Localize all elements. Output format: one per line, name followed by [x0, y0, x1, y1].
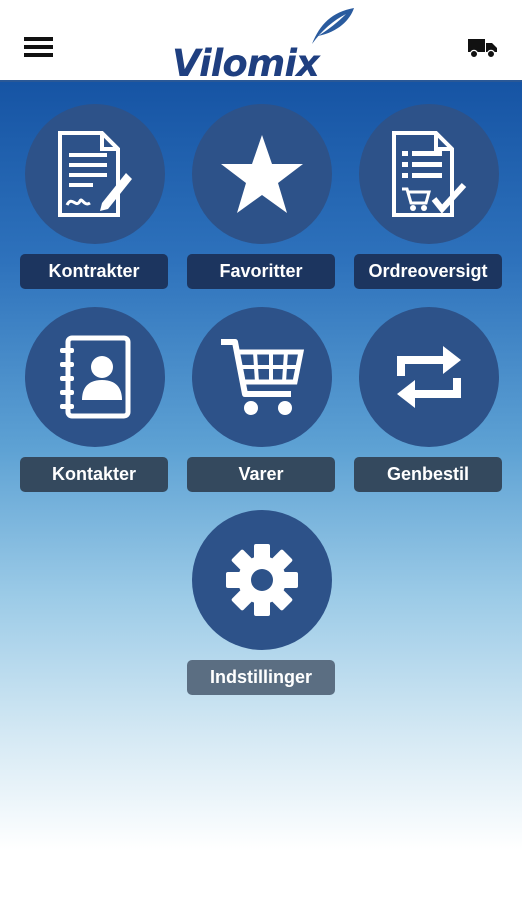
tile-label: Genbestil	[354, 457, 502, 492]
brand-name: Vilomix	[172, 42, 320, 85]
tile-varer[interactable]: Varer	[187, 307, 337, 497]
address-book-icon	[25, 307, 165, 447]
order-list-icon	[359, 104, 499, 244]
gear-icon	[192, 510, 332, 650]
tile-label: Favoritter	[187, 254, 335, 289]
tile-ordreoversigt[interactable]: Ordreoversigt	[354, 104, 504, 294]
reorder-arrows-icon	[359, 307, 499, 447]
tile-label: Ordreoversigt	[354, 254, 502, 289]
app-header: Vilomix	[0, 0, 522, 85]
hamburger-menu-icon[interactable]	[24, 34, 54, 60]
leaf-icon	[312, 8, 354, 44]
tile-label: Kontakter	[20, 457, 168, 492]
contract-document-icon	[25, 104, 165, 244]
truck-icon[interactable]	[468, 36, 498, 60]
tile-kontrakter[interactable]: Kontrakter	[20, 104, 170, 294]
star-icon	[192, 104, 332, 244]
tile-kontakter[interactable]: Kontakter	[20, 307, 170, 497]
vilomix-logo: Vilomix	[160, 4, 370, 85]
main-menu-grid: Kontrakter Favoritter Ordreoversigt Kont…	[0, 82, 522, 900]
tile-favoritter[interactable]: Favoritter	[187, 104, 337, 294]
tile-indstillinger[interactable]: Indstillinger	[187, 510, 337, 700]
shopping-cart-icon	[192, 307, 332, 447]
tile-label: Indstillinger	[187, 660, 335, 695]
tile-label: Kontrakter	[20, 254, 168, 289]
tile-label: Varer	[187, 457, 335, 492]
tile-genbestil[interactable]: Genbestil	[354, 307, 504, 497]
